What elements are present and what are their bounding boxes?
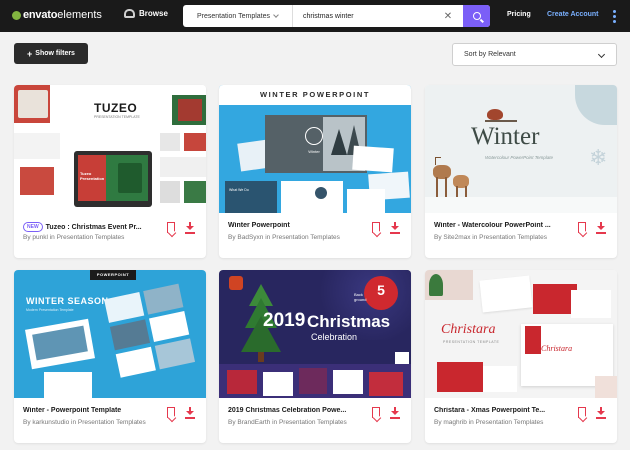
leaf-icon (12, 10, 21, 20)
download-icon[interactable] (596, 407, 606, 419)
template-card[interactable]: 5 Back ground 2019 Christmas Celebration… (219, 270, 411, 443)
bookmark-icon[interactable] (578, 222, 586, 233)
template-thumbnail[interactable]: 5 Back ground 2019 Christmas Celebration (219, 270, 411, 398)
more-menu-icon[interactable] (613, 10, 616, 23)
template-author: By karkunstudio in Presentation Template… (23, 419, 146, 426)
thumb-heading: Christmas (307, 312, 391, 331)
template-title-text: Winter - Watercolour PowerPoint ... (434, 222, 551, 229)
template-author: By punkl in Presentation Templates (23, 234, 125, 241)
new-badge: NEW (23, 222, 43, 232)
show-filters-button[interactable]: + Show filters (14, 43, 88, 64)
template-card[interactable]: POWERPOINT WINTER SEASON Modern Presenta… (14, 270, 206, 443)
download-icon[interactable] (390, 407, 400, 419)
sort-dropdown[interactable]: Sort by Relevant (452, 43, 617, 66)
create-account-link[interactable]: Create Account (547, 11, 598, 18)
template-title-text: Tuzeo : Christmas Event Pr... (45, 223, 142, 231)
thumb-subtitle: Watercolour PowerPoint Template (485, 155, 554, 160)
search-category-label: Presentation Templates (196, 12, 271, 20)
thumb-year: 2019 (263, 310, 306, 331)
bookmark-icon[interactable] (167, 407, 175, 418)
search-category-dropdown[interactable]: Presentation Templates (183, 5, 293, 27)
browse-label: Browse (139, 9, 168, 18)
template-title-text: 2019 Christmas Celebration Powe... (228, 407, 347, 414)
download-icon[interactable] (185, 407, 195, 419)
thumb-subtitle: PRESENTATION TEMPLATE (94, 115, 140, 119)
thumb-subtitle: Modern Presentation Template (26, 308, 74, 312)
search-bar: Presentation Templates christmas winter … (183, 5, 490, 27)
sort-label: Sort by Relevant (464, 51, 516, 58)
browse-button[interactable]: Browse (124, 9, 168, 18)
template-author: By Site2max in Presentation Templates (434, 234, 547, 241)
template-title[interactable]: Winter - Powerpoint Template (23, 407, 158, 414)
download-icon[interactable] (185, 222, 195, 234)
search-icon (472, 12, 481, 20)
search-button[interactable] (463, 5, 490, 27)
template-title[interactable]: Winter - Watercolour PowerPoint ... (434, 222, 569, 229)
template-thumbnail[interactable]: TUZEO PRESENTATION TEMPLATE Tuzeo Presen… (14, 85, 206, 213)
bookmark-icon[interactable] (578, 407, 586, 418)
template-author: By BadSyxn in Presentation Templates (228, 234, 340, 241)
template-author: By BrandEarth in Presentation Templates (228, 419, 347, 426)
thumb-inner-heading: Christara (541, 344, 573, 353)
thumb-heading: WINTER SEASON (26, 296, 109, 306)
template-thumbnail[interactable]: POWERPOINT WINTER SEASON Modern Presenta… (14, 270, 206, 398)
clear-search-icon[interactable]: ✕ (441, 5, 455, 27)
template-title-text: Winter - Powerpoint Template (23, 407, 122, 414)
chevron-down-icon (597, 50, 606, 59)
template-card[interactable]: Christara PRESENTATION TEMPLATE Christar… (425, 270, 617, 443)
template-title-text: Christara - Xmas Powerpoint Te... (434, 407, 546, 414)
template-card[interactable]: WINTER POWERPOINT Winter What We Do Wint… (219, 85, 411, 258)
logo-text-light: elements (57, 9, 102, 21)
thumb-subtitle: PRESENTATION TEMPLATE (443, 340, 500, 344)
show-filters-label: Show filters (35, 50, 75, 57)
snowflake-icon: ❄ (589, 145, 608, 170)
thumb-heading: Christara (441, 322, 496, 337)
template-author: By maghrib in Presentation Templates (434, 419, 544, 426)
template-thumbnail[interactable]: Christara PRESENTATION TEMPLATE Christar… (425, 270, 617, 398)
browse-icon (124, 9, 135, 18)
template-thumbnail[interactable]: WINTER POWERPOINT Winter What We Do (219, 85, 411, 213)
template-title[interactable]: Winter Powerpoint (228, 222, 363, 229)
thumb-badge-text: Back ground (354, 292, 367, 302)
pricing-link[interactable]: Pricing (507, 11, 531, 18)
template-title[interactable]: Christara - Xmas Powerpoint Te... (434, 407, 569, 414)
thumb-tag: POWERPOINT (96, 272, 130, 277)
template-title[interactable]: 2019 Christmas Celebration Powe... (228, 407, 363, 414)
template-card[interactable]: ❄ Winter Watercolour PowerPoint Template… (425, 85, 617, 258)
bookmark-icon[interactable] (372, 222, 380, 233)
plus-icon: + (27, 48, 33, 59)
template-title[interactable]: NEW Tuzeo : Christmas Event Pr... (23, 222, 158, 232)
bookmark-icon[interactable] (372, 407, 380, 418)
thumb-heading: Winter (471, 123, 540, 150)
thumb-heading: TUZEO (94, 101, 138, 115)
template-thumbnail[interactable]: ❄ Winter Watercolour PowerPoint Template (425, 85, 617, 213)
thumb-small-text: What We Do (229, 188, 249, 192)
thumb-inner-title: Tuzeo Presentation (80, 171, 105, 181)
download-icon[interactable] (596, 222, 606, 234)
envato-elements-logo[interactable]: envato elements (12, 9, 102, 21)
download-icon[interactable] (390, 222, 400, 234)
chevron-down-icon (273, 12, 279, 18)
bookmark-icon[interactable] (167, 222, 175, 233)
search-input[interactable]: christmas winter (293, 13, 441, 20)
thumb-inner-title: Winter (308, 149, 320, 154)
thumb-subtitle: Celebration (311, 332, 358, 342)
thumb-heading: WINTER POWERPOINT (259, 90, 371, 99)
logo-text-bold: envato (23, 9, 58, 21)
template-card[interactable]: TUZEO PRESENTATION TEMPLATE Tuzeo Presen… (14, 85, 206, 258)
template-title-text: Winter Powerpoint (228, 222, 290, 229)
top-navigation-bar: envato elements Browse Presentation Temp… (0, 0, 630, 32)
